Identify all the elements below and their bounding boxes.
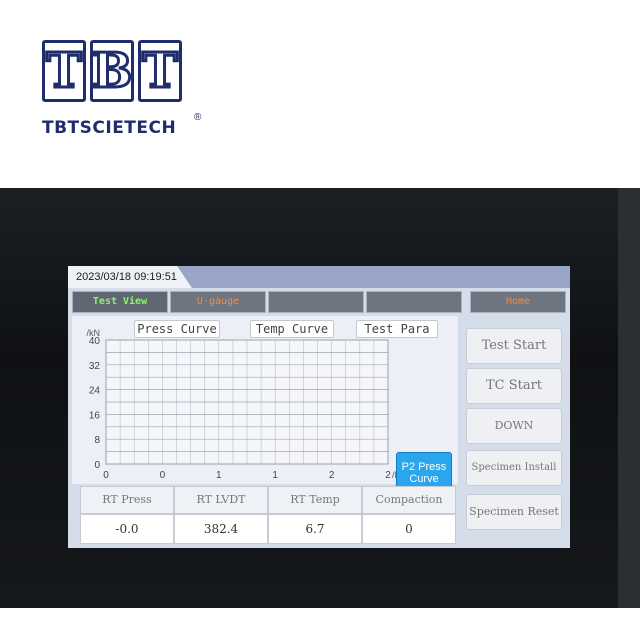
x-tick-label: 1 <box>272 470 278 481</box>
down-button[interactable]: DOWN <box>466 408 562 444</box>
tc-start-button[interactable]: TC Start <box>466 368 562 404</box>
x-tick-label: 0 <box>160 470 166 481</box>
tab-bar: Test View U-gauge Home <box>72 291 566 313</box>
press-curve-button[interactable]: Press Curve <box>134 320 220 338</box>
status-bar: 2023/03/18 09:19:51 <box>68 266 570 288</box>
x-tick-label: 0 <box>103 470 109 481</box>
reading-header: RT Temp <box>268 486 362 514</box>
datetime-display: 2023/03/18 09:19:51 <box>68 266 192 288</box>
logo-letter: T <box>42 40 86 102</box>
brand-name: TBTSCIETECH <box>42 118 177 138</box>
temp-curve-button[interactable]: Temp Curve <box>250 320 334 338</box>
test-para-button[interactable]: Test Para <box>356 320 438 338</box>
reading-header: RT Press <box>80 486 174 514</box>
reading-value-compaction: 0 <box>362 514 456 544</box>
reading-header: RT LVDT <box>174 486 268 514</box>
specimen-reset-button[interactable]: Specimen Reset <box>466 494 562 530</box>
tab-empty-2[interactable] <box>366 291 462 313</box>
logo-letter: T <box>138 40 182 102</box>
hmi-screen: 2023/03/18 09:19:51 Test View U-gauge Ho… <box>68 266 570 548</box>
tab-home[interactable]: Home <box>470 291 566 313</box>
y-tick-label: 24 <box>89 386 101 397</box>
logo-letter: B <box>90 40 134 102</box>
x-tick-label: 2 <box>385 470 391 481</box>
readings-table: RT Press RT LVDT RT Temp Compaction -0.0… <box>80 486 458 544</box>
y-tick-label: 0 <box>94 460 100 471</box>
test-start-button[interactable]: Test Start <box>466 328 562 364</box>
p2-button-line2: Curve <box>409 473 439 485</box>
brand-logo: T B T TBTSCIETECH ® <box>42 40 202 140</box>
bezel-edge <box>618 188 640 608</box>
reading-value-rt-temp: 6.7 <box>268 514 362 544</box>
reading-value-rt-lvdt: 382.4 <box>174 514 268 544</box>
tab-test-view[interactable]: Test View <box>72 291 168 313</box>
reading-value-rt-press: -0.0 <box>80 514 174 544</box>
y-tick-label: 32 <box>89 361 101 372</box>
p2-button-line1: P2 Press <box>401 461 447 473</box>
logo-letters: T B T <box>42 40 182 102</box>
tab-u-gauge[interactable]: U-gauge <box>170 291 266 313</box>
y-axis-label: /kN <box>87 328 101 338</box>
specimen-install-button[interactable]: Specimen Install <box>466 450 562 486</box>
reading-header: Compaction <box>362 486 456 514</box>
y-tick-label: 8 <box>94 435 100 446</box>
tab-empty-1[interactable] <box>268 291 364 313</box>
x-tick-label: 2 <box>329 470 335 481</box>
chart-panel: 4032241680001122/kN/Number Press Curve T… <box>72 316 458 494</box>
x-tick-label: 1 <box>216 470 222 481</box>
y-tick-label: 16 <box>89 410 101 421</box>
registered-mark: ® <box>194 112 202 123</box>
